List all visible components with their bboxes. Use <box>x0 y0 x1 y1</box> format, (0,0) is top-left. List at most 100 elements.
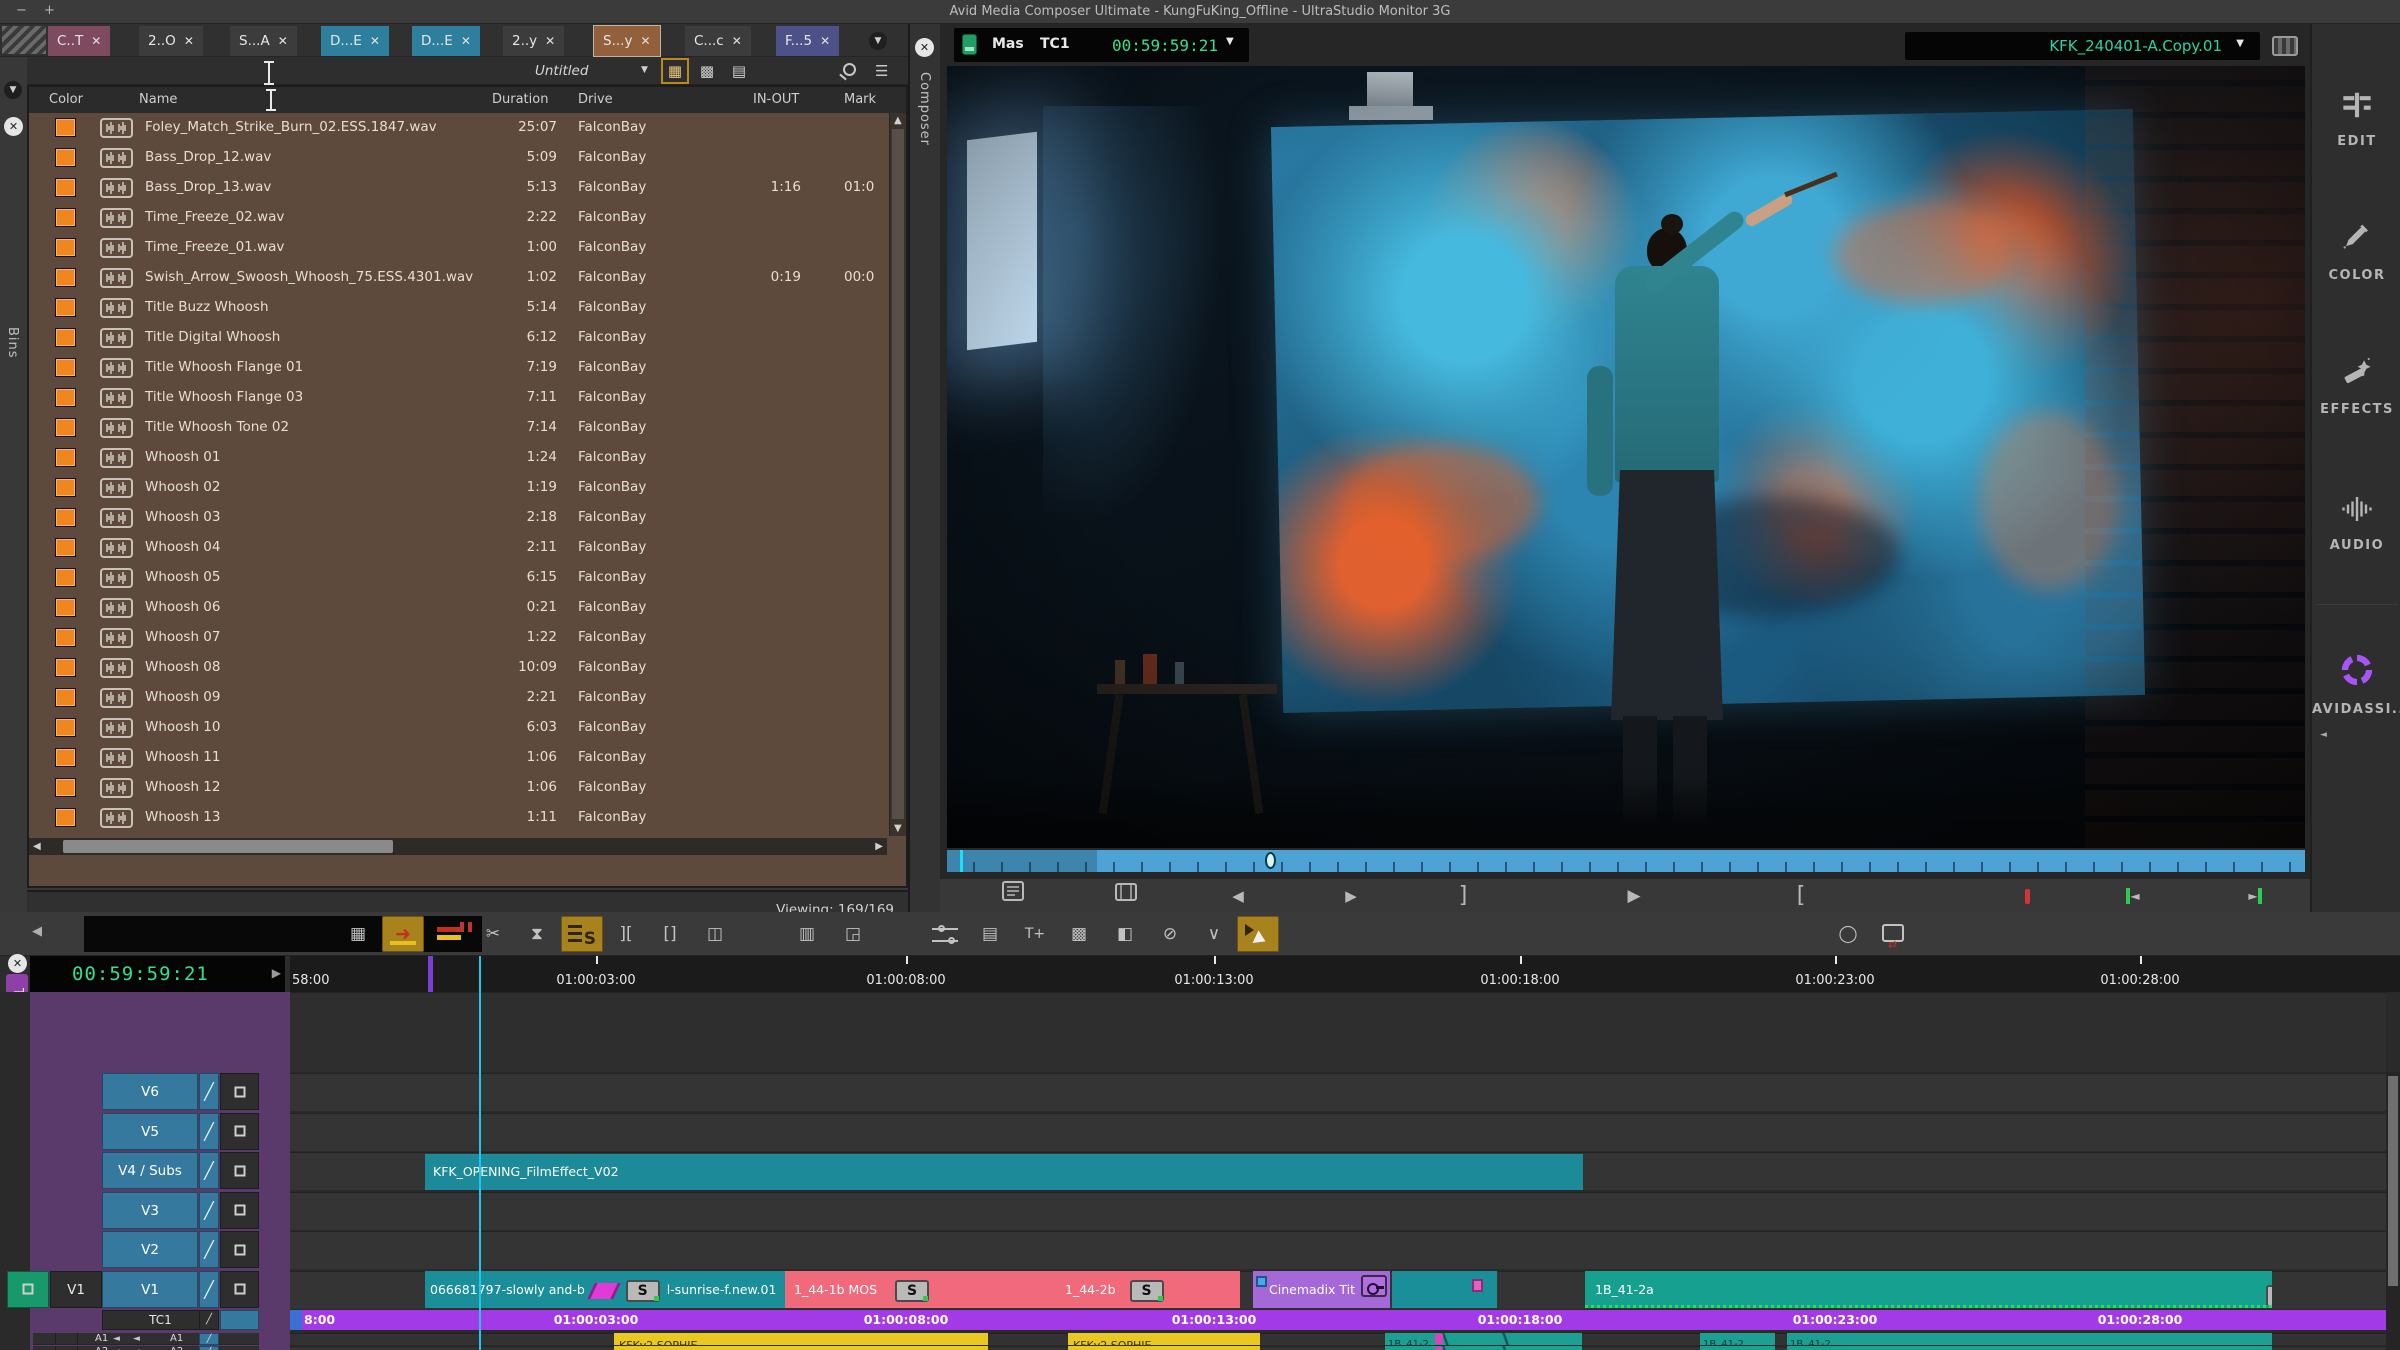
scroll-right-icon[interactable]: ▶ <box>875 841 883 852</box>
match-frame-icon[interactable]: ◫ <box>694 916 736 952</box>
bin-vertical-scrollbar[interactable]: ▲ ▼ <box>889 113 906 836</box>
clip-v1-teal-tail[interactable] <box>1392 1271 1497 1308</box>
record-track-button-1[interactable]: V6 <box>102 1073 198 1110</box>
sidebar-item-avid_assist[interactable]: AVIDASSI... <box>2312 652 2400 717</box>
bin-row[interactable]: Whoosh 01 1:24 FalconBay <box>29 443 887 473</box>
minimize-icon[interactable]: − <box>16 0 27 22</box>
clip-name[interactable]: Whoosh 05 <box>145 569 220 585</box>
clip-name[interactable]: Title Whoosh Tone 02 <box>145 419 289 435</box>
track-pencil-icon[interactable]: ╱ <box>199 1152 219 1189</box>
title-bar[interactable]: − + Avid Media Composer Ultimate - KungF… <box>0 0 2400 24</box>
bin-row[interactable]: Whoosh 11 1:06 FalconBay <box>29 743 887 773</box>
position-playhead[interactable] <box>960 850 963 872</box>
clip-color-swatch[interactable] <box>55 538 76 557</box>
tab-close-icon[interactable]: ✕ <box>732 34 742 48</box>
scroll-thumb[interactable] <box>63 840 393 853</box>
bin-close-icon[interactable]: ✕ <box>4 117 23 136</box>
bin-row[interactable]: Bass_Drop_12.wav 5:09 FalconBay <box>29 143 887 173</box>
audio-clip-yellow[interactable]: KFKv2 SOPHIE <box>614 1346 988 1350</box>
bin-tab[interactable]: C..T✕ <box>48 26 110 56</box>
tc1-track[interactable]: 8:0001:00:03:0001:00:08:0001:00:13:0001:… <box>290 1310 2400 1330</box>
texture-icon[interactable]: ▩ <box>1058 916 1100 952</box>
sidebar-item-effects[interactable]: EFFECTS <box>2312 354 2400 417</box>
trim-mode-icon[interactable]: ⧗ <box>516 916 558 952</box>
clip-name[interactable]: Whoosh 01 <box>145 449 220 465</box>
clip-v1-1b-41-2a[interactable]: 1B_41-2a S <box>1585 1271 2272 1308</box>
bin-tab[interactable]: 2..O✕ <box>139 26 203 56</box>
scroll-down-icon[interactable]: ▼ <box>894 823 902 834</box>
monitor-position-bar[interactable] <box>947 850 2305 872</box>
tab-overflow-button[interactable]: ▼ <box>869 32 887 50</box>
clip-name[interactable]: Whoosh 12 <box>145 779 220 795</box>
text-view-icon[interactable]: ▦ <box>663 60 687 82</box>
bin-row[interactable]: Whoosh 10 6:03 FalconBay <box>29 713 887 743</box>
clip-v1-cinemadix-title[interactable]: Cinemadix Tit <box>1253 1271 1390 1308</box>
audio-clip-yellow[interactable]: KFKv2 SOPHIE <box>1068 1346 1260 1350</box>
column-color[interactable]: Color <box>49 92 83 107</box>
film-icon[interactable] <box>1108 881 1144 911</box>
position-marker[interactable] <box>1265 852 1276 869</box>
clip-color-swatch[interactable] <box>55 298 76 317</box>
clip-name[interactable]: Whoosh 10 <box>145 719 220 735</box>
record-track-button-6[interactable]: V1 <box>102 1271 198 1308</box>
track-row-V2[interactable] <box>290 1231 2386 1269</box>
clip-name[interactable]: Title Whoosh Flange 03 <box>145 389 303 405</box>
bin-row[interactable]: Whoosh 04 2:11 FalconBay <box>29 533 887 563</box>
frame-view-icon[interactable]: ▩ <box>695 60 719 82</box>
add-window-icon[interactable]: + <box>44 0 55 22</box>
clip-name[interactable]: Whoosh 03 <box>145 509 220 525</box>
tab-close-icon[interactable]: ✕ <box>820 34 830 48</box>
bin-tab[interactable]: D...E✕ <box>412 26 480 56</box>
bin-preset-dropdown[interactable]: Untitled <box>527 60 637 82</box>
clip-name[interactable]: Time_Freeze_02.wav <box>145 209 284 225</box>
bin-row[interactable]: Whoosh 08 10:09 FalconBay <box>29 653 887 683</box>
clip-name[interactable]: Title Digital Whoosh <box>145 329 280 345</box>
bin-row[interactable]: Whoosh 12 1:06 FalconBay <box>29 773 887 803</box>
tab-close-icon[interactable]: ✕ <box>545 34 555 48</box>
track-row-V5[interactable] <box>290 1113 2386 1151</box>
clip-color-swatch[interactable] <box>55 808 76 827</box>
audio-pencil-icon[interactable]: ╱ <box>199 1346 219 1350</box>
clip-name[interactable]: Bass_Drop_12.wav <box>145 149 271 165</box>
track-row-V3[interactable] <box>290 1192 2386 1230</box>
drag-handle[interactable] <box>2 26 46 54</box>
clip-color-swatch[interactable] <box>55 478 76 497</box>
bin-row[interactable]: Whoosh 07 1:22 FalconBay <box>29 623 887 653</box>
clip-color-swatch[interactable] <box>55 238 76 257</box>
video-quality-icon[interactable] <box>2272 36 2298 56</box>
audio-dip-icon[interactable]: ∨ <box>1193 916 1235 952</box>
bin-menu-hamburger-icon[interactable]: ☰ <box>875 63 888 79</box>
clip-color-swatch[interactable] <box>55 118 76 137</box>
bin-tab[interactable]: D...E✕ <box>321 26 389 56</box>
splice-in-icon[interactable]: ➜ <box>382 916 424 952</box>
tab-close-icon[interactable]: ✕ <box>184 34 194 48</box>
column-drive[interactable]: Drive <box>578 92 613 107</box>
segment-select-icon[interactable]: S <box>561 916 603 952</box>
audio-clip-teal[interactable]: 1B_41-2 <box>1385 1333 1582 1345</box>
clip-v1-44-1b[interactable]: 1_44-1b MOS S <box>785 1271 1056 1308</box>
go-to-in-icon[interactable]: ◄ <box>2115 881 2151 911</box>
scroll-left-icon[interactable]: ◀ <box>33 841 41 852</box>
bin-side-label[interactable]: Bins <box>5 327 20 359</box>
bin-row[interactable]: Title Digital Whoosh 6:12 FalconBay <box>29 323 887 353</box>
clip-name[interactable]: Whoosh 13 <box>145 809 220 825</box>
step-backward-icon[interactable]: ◀ <box>1220 881 1256 911</box>
audio-clip-yellow[interactable]: KFKv2 SOPHIE <box>1068 1333 1260 1345</box>
tab-close-icon[interactable]: ✕ <box>370 34 380 48</box>
clip-name[interactable]: Whoosh 08 <box>145 659 220 675</box>
timeline-timecode-box[interactable]: 00:59:59:21 ▶ <box>30 956 285 992</box>
bin-tab[interactable]: F...5✕ <box>776 26 839 56</box>
column-name[interactable]: Name <box>139 92 177 107</box>
bin-row[interactable]: Title Buzz Whoosh 5:14 FalconBay <box>29 293 887 323</box>
clip-color-swatch[interactable] <box>55 178 76 197</box>
clip-color-swatch[interactable] <box>55 388 76 407</box>
record-audio-label[interactable]: A2 <box>170 1346 183 1350</box>
scroll-up-icon[interactable]: ▲ <box>894 115 902 126</box>
bin-tab[interactable]: S...y✕ <box>594 26 660 56</box>
clip-name[interactable]: Title Buzz Whoosh <box>145 299 269 315</box>
record-track-button-5[interactable]: V2 <box>102 1231 198 1268</box>
composer-close-icon[interactable]: ✕ <box>915 38 934 57</box>
bin-row[interactable]: Whoosh 06 0:21 FalconBay <box>29 593 887 623</box>
clip-color-swatch[interactable] <box>55 748 76 767</box>
tc1-pencil-icon[interactable]: ╱ <box>199 1310 219 1330</box>
